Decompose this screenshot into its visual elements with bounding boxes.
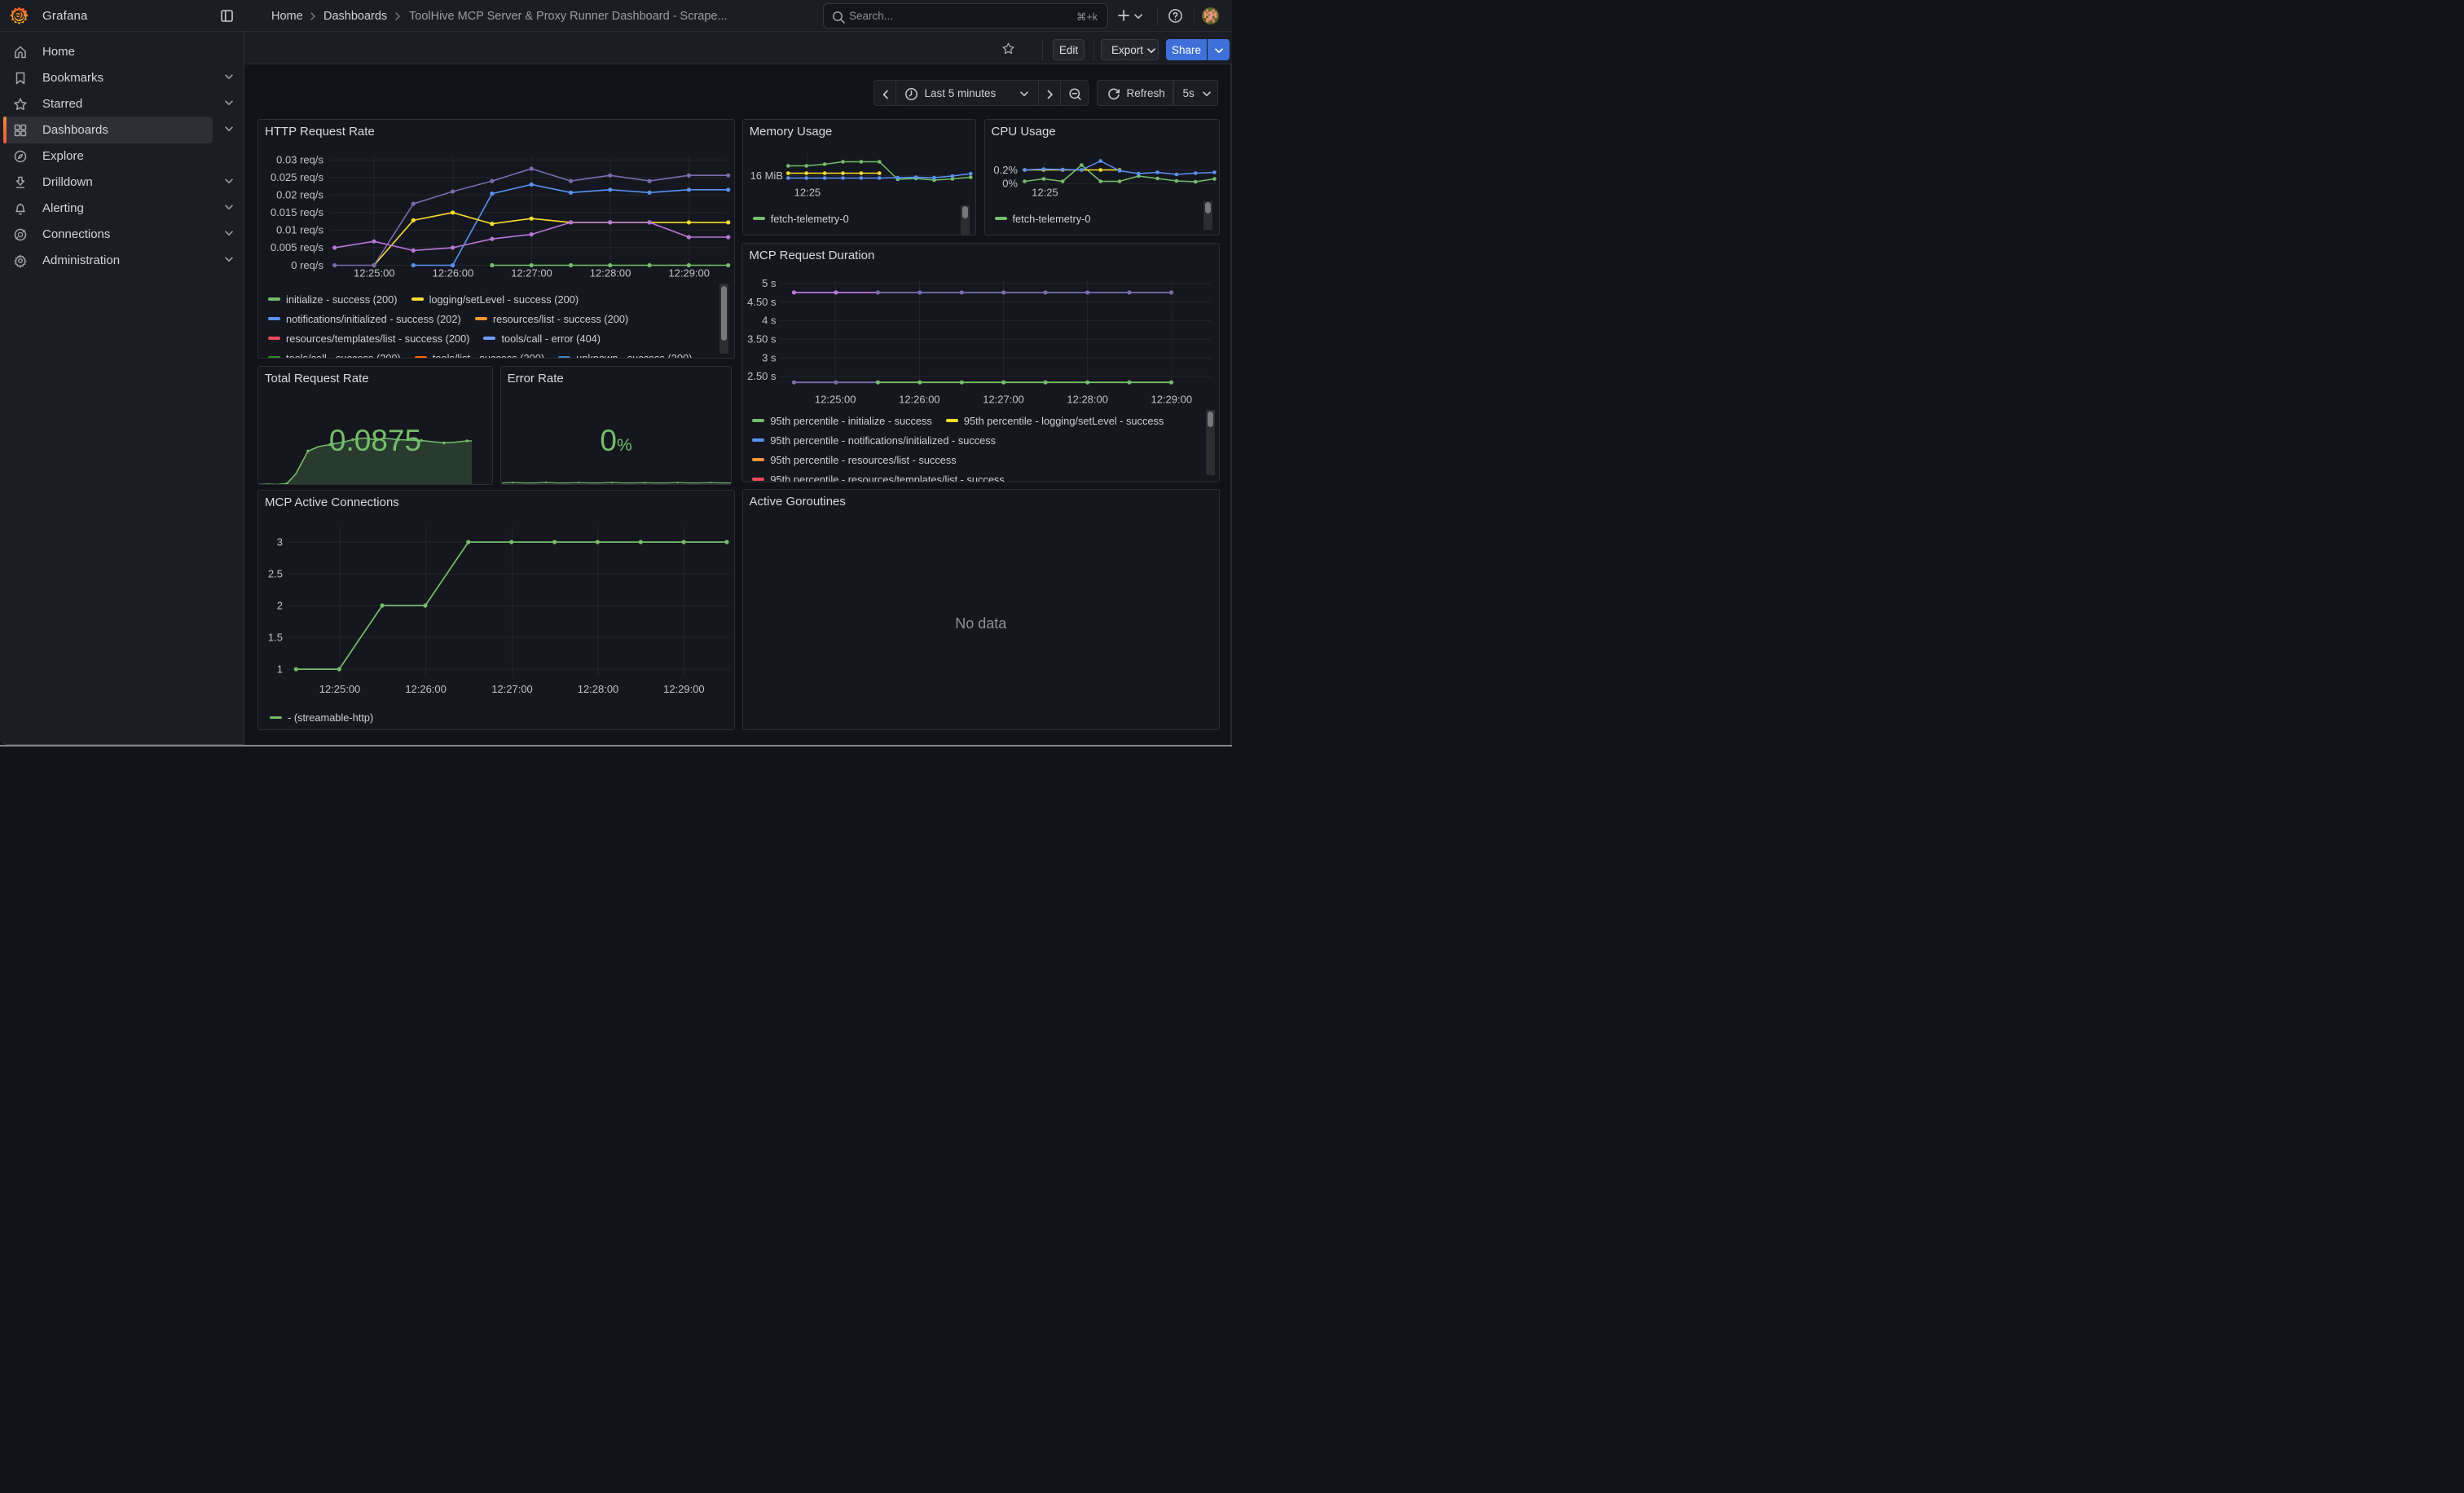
- svg-text:12:26:00: 12:26:00: [900, 393, 941, 405]
- svg-text:16 MiB: 16 MiB: [750, 170, 782, 182]
- svg-text:1.5: 1.5: [268, 631, 283, 643]
- svg-text:12:25:00: 12:25:00: [815, 393, 856, 405]
- svg-text:1: 1: [277, 663, 283, 675]
- svg-text:0.03 req/s: 0.03 req/s: [276, 154, 323, 166]
- svg-text:2: 2: [277, 599, 283, 611]
- svg-text:4 s: 4 s: [763, 315, 777, 327]
- svg-text:3.50 s: 3.50 s: [748, 333, 777, 345]
- svg-text:0.01 req/s: 0.01 req/s: [276, 224, 323, 236]
- svg-text:12:29:00: 12:29:00: [663, 682, 705, 694]
- svg-text:3 s: 3 s: [763, 351, 777, 363]
- svg-text:3: 3: [277, 535, 283, 548]
- svg-text:2.50 s: 2.50 s: [748, 370, 777, 382]
- svg-text:0 req/s: 0 req/s: [291, 259, 323, 271]
- svg-text:12:29:00: 12:29:00: [668, 267, 710, 280]
- svg-text:0.2%: 0.2%: [993, 164, 1018, 176]
- svg-text:12:28:00: 12:28:00: [590, 267, 631, 280]
- svg-text:12:26:00: 12:26:00: [405, 682, 447, 694]
- svg-text:12:25:00: 12:25:00: [319, 682, 361, 694]
- svg-text:2.5: 2.5: [268, 567, 283, 579]
- svg-text:0.02 req/s: 0.02 req/s: [276, 189, 323, 201]
- svg-text:12:25: 12:25: [794, 186, 821, 198]
- svg-text:0.005 req/s: 0.005 req/s: [271, 241, 324, 253]
- svg-text:12:27:00: 12:27:00: [491, 682, 533, 694]
- svg-text:12:28:00: 12:28:00: [578, 682, 619, 694]
- svg-text:0.025 req/s: 0.025 req/s: [271, 171, 324, 183]
- svg-text:12:26:00: 12:26:00: [433, 267, 474, 280]
- svg-text:12:25: 12:25: [1032, 186, 1058, 198]
- svg-text:5 s: 5 s: [763, 277, 777, 289]
- svg-text:0.015 req/s: 0.015 req/s: [271, 206, 324, 218]
- svg-text:12:28:00: 12:28:00: [1067, 393, 1109, 405]
- svg-text:12:25:00: 12:25:00: [354, 267, 395, 280]
- svg-text:4.50 s: 4.50 s: [748, 296, 777, 308]
- svg-text:0%: 0%: [1002, 178, 1018, 190]
- svg-text:12:27:00: 12:27:00: [511, 267, 552, 280]
- svg-text:12:29:00: 12:29:00: [1151, 393, 1193, 405]
- svg-text:12:27:00: 12:27:00: [983, 393, 1025, 405]
